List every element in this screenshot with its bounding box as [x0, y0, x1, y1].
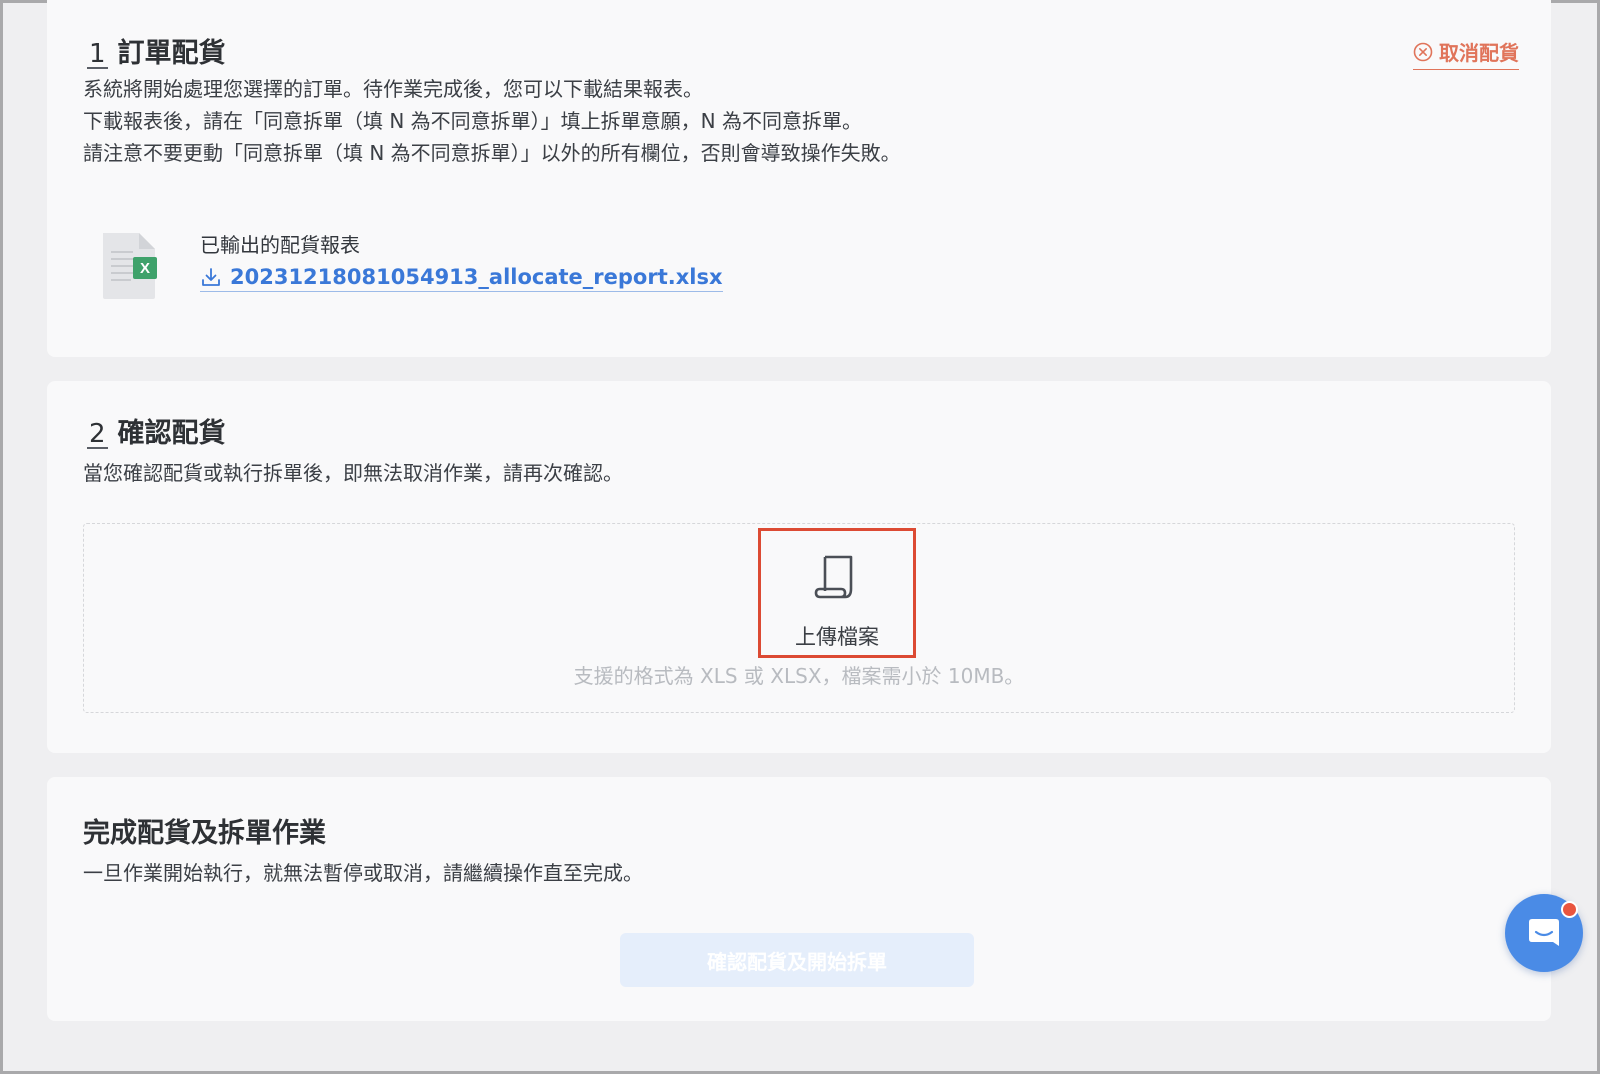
cancel-allocation-label: 取消配貨	[1439, 41, 1519, 65]
step1-description-line: 下載報表後，請在「同意拆單（填 N 為不同意拆單）」填上拆單意願，N 為不同意拆…	[83, 109, 862, 133]
step3-description: 一旦作業開始執行，就無法暫停或取消，請繼續操作直至完成。	[83, 861, 643, 885]
download-icon	[202, 268, 220, 286]
report-label: 已輸出的配貨報表	[200, 233, 360, 257]
step3-title: 完成配貨及拆單作業	[83, 818, 326, 849]
confirm-allocation-card: 2 確認配貨 當您確認配貨或執行拆單後，即無法取消作業，請再次確認。 上傳檔案 支…	[47, 381, 1551, 753]
step2-number: 2	[87, 419, 108, 449]
notification-dot	[1561, 901, 1578, 918]
excel-file-icon: X	[99, 231, 159, 301]
step1-description-line: 系統將開始處理您選擇的訂單。待作業完成後，您可以下載結果報表。	[83, 77, 703, 101]
circle-x-icon	[1413, 42, 1433, 61]
chat-bubble-icon	[1529, 919, 1559, 946]
upload-file-button[interactable]: 上傳檔案	[758, 528, 916, 658]
excel-badge-letter: X	[140, 260, 150, 277]
format-hint: 支援的格式為 XLS 或 XLSX，檔案需小於 10MB。	[573, 664, 1025, 688]
confirm-and-split-button[interactable]: 確認配貨及開始拆單	[620, 933, 974, 987]
step1-description: 系統將開始處理您選擇的訂單。待作業完成後，您可以下載結果報表。 下載報表後，請在…	[83, 73, 901, 169]
step1-number: 1	[87, 39, 108, 69]
report-download-link[interactable]: 20231218081054913_allocate_report.xlsx	[200, 265, 723, 292]
scroll-file-icon	[814, 555, 853, 599]
chat-widget-button[interactable]	[1505, 894, 1583, 972]
step1-description-line: 請注意不要更動「同意拆單（填 N 為不同意拆單）」以外的所有欄位，否則會導致操作…	[83, 141, 901, 165]
cancel-allocation-button[interactable]: 取消配貨	[1413, 37, 1519, 70]
step1-title: 1 訂單配貨	[87, 31, 226, 70]
upload-file-label: 上傳檔案	[795, 625, 879, 649]
allocation-card: 1 訂單配貨 取消配貨 系統將開始處理您選擇的訂單。待作業完成後，您可以下載結果報…	[47, 0, 1551, 357]
step2-title-text: 確認配貨	[117, 418, 226, 449]
report-filename: 20231218081054913_allocate_report.xlsx	[230, 265, 723, 289]
step2-title: 2 確認配貨	[87, 411, 226, 450]
step1-title-text: 訂單配貨	[117, 38, 226, 69]
step2-description: 當您確認配貨或執行拆單後，即無法取消作業，請再次確認。	[83, 461, 623, 485]
file-dropzone[interactable]: 上傳檔案 支援的格式為 XLS 或 XLSX，檔案需小於 10MB。	[83, 523, 1515, 713]
finish-card: 完成配貨及拆單作業 一旦作業開始執行，就無法暫停或取消，請繼續操作直至完成。 確…	[47, 777, 1551, 1021]
